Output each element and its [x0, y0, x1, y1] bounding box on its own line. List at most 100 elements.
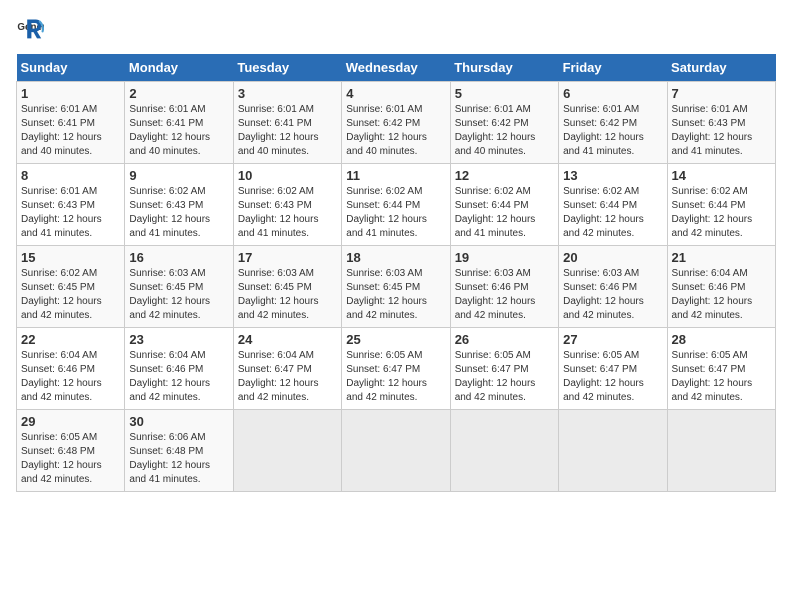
day-cell: 14 Sunrise: 6:02 AMSunset: 6:44 PMDaylig…	[667, 164, 775, 246]
day-info: Sunrise: 6:01 AMSunset: 6:41 PMDaylight:…	[129, 104, 210, 157]
day-cell: 12 Sunrise: 6:02 AMSunset: 6:44 PMDaylig…	[450, 164, 558, 246]
day-info: Sunrise: 6:05 AMSunset: 6:47 PMDaylight:…	[455, 350, 536, 403]
day-info: Sunrise: 6:03 AMSunset: 6:45 PMDaylight:…	[129, 268, 210, 321]
col-header-tuesday: Tuesday	[233, 54, 341, 82]
day-cell: 27 Sunrise: 6:05 AMSunset: 6:47 PMDaylig…	[559, 328, 667, 410]
day-info: Sunrise: 6:04 AMSunset: 6:46 PMDaylight:…	[672, 268, 753, 321]
day-info: Sunrise: 6:03 AMSunset: 6:46 PMDaylight:…	[563, 268, 644, 321]
logo: General	[16, 16, 48, 44]
day-number: 9	[129, 168, 228, 183]
day-cell	[559, 410, 667, 492]
day-cell: 30 Sunrise: 6:06 AMSunset: 6:48 PMDaylig…	[125, 410, 233, 492]
week-row-1: 1 Sunrise: 6:01 AMSunset: 6:41 PMDayligh…	[17, 82, 776, 164]
day-info: Sunrise: 6:05 AMSunset: 6:47 PMDaylight:…	[563, 350, 644, 403]
day-number: 11	[346, 168, 445, 183]
day-number: 8	[21, 168, 120, 183]
col-header-friday: Friday	[559, 54, 667, 82]
day-number: 29	[21, 414, 120, 429]
day-info: Sunrise: 6:03 AMSunset: 6:46 PMDaylight:…	[455, 268, 536, 321]
day-number: 19	[455, 250, 554, 265]
day-info: Sunrise: 6:01 AMSunset: 6:42 PMDaylight:…	[455, 104, 536, 157]
col-header-saturday: Saturday	[667, 54, 775, 82]
day-info: Sunrise: 6:04 AMSunset: 6:47 PMDaylight:…	[238, 350, 319, 403]
week-row-4: 22 Sunrise: 6:04 AMSunset: 6:46 PMDaylig…	[17, 328, 776, 410]
day-info: Sunrise: 6:02 AMSunset: 6:44 PMDaylight:…	[455, 186, 536, 239]
day-cell: 22 Sunrise: 6:04 AMSunset: 6:46 PMDaylig…	[17, 328, 125, 410]
day-info: Sunrise: 6:03 AMSunset: 6:45 PMDaylight:…	[346, 268, 427, 321]
day-cell: 11 Sunrise: 6:02 AMSunset: 6:44 PMDaylig…	[342, 164, 450, 246]
day-number: 22	[21, 332, 120, 347]
day-number: 16	[129, 250, 228, 265]
day-number: 4	[346, 86, 445, 101]
day-number: 27	[563, 332, 662, 347]
day-info: Sunrise: 6:01 AMSunset: 6:42 PMDaylight:…	[346, 104, 427, 157]
day-number: 3	[238, 86, 337, 101]
day-number: 6	[563, 86, 662, 101]
day-cell: 28 Sunrise: 6:05 AMSunset: 6:47 PMDaylig…	[667, 328, 775, 410]
week-row-3: 15 Sunrise: 6:02 AMSunset: 6:45 PMDaylig…	[17, 246, 776, 328]
day-number: 14	[672, 168, 771, 183]
day-info: Sunrise: 6:01 AMSunset: 6:41 PMDaylight:…	[21, 104, 102, 157]
day-cell: 1 Sunrise: 6:01 AMSunset: 6:41 PMDayligh…	[17, 82, 125, 164]
day-cell: 10 Sunrise: 6:02 AMSunset: 6:43 PMDaylig…	[233, 164, 341, 246]
day-number: 12	[455, 168, 554, 183]
day-cell: 8 Sunrise: 6:01 AMSunset: 6:43 PMDayligh…	[17, 164, 125, 246]
day-cell	[450, 410, 558, 492]
day-number: 5	[455, 86, 554, 101]
day-number: 15	[21, 250, 120, 265]
day-cell: 26 Sunrise: 6:05 AMSunset: 6:47 PMDaylig…	[450, 328, 558, 410]
header-row: SundayMondayTuesdayWednesdayThursdayFrid…	[17, 54, 776, 82]
day-number: 25	[346, 332, 445, 347]
day-info: Sunrise: 6:04 AMSunset: 6:46 PMDaylight:…	[21, 350, 102, 403]
day-cell: 21 Sunrise: 6:04 AMSunset: 6:46 PMDaylig…	[667, 246, 775, 328]
day-number: 20	[563, 250, 662, 265]
day-cell: 17 Sunrise: 6:03 AMSunset: 6:45 PMDaylig…	[233, 246, 341, 328]
day-info: Sunrise: 6:02 AMSunset: 6:45 PMDaylight:…	[21, 268, 102, 321]
day-number: 17	[238, 250, 337, 265]
day-info: Sunrise: 6:01 AMSunset: 6:42 PMDaylight:…	[563, 104, 644, 157]
week-row-5: 29 Sunrise: 6:05 AMSunset: 6:48 PMDaylig…	[17, 410, 776, 492]
day-cell: 29 Sunrise: 6:05 AMSunset: 6:48 PMDaylig…	[17, 410, 125, 492]
day-cell	[667, 410, 775, 492]
day-cell: 7 Sunrise: 6:01 AMSunset: 6:43 PMDayligh…	[667, 82, 775, 164]
day-number: 28	[672, 332, 771, 347]
col-header-sunday: Sunday	[17, 54, 125, 82]
day-info: Sunrise: 6:02 AMSunset: 6:43 PMDaylight:…	[238, 186, 319, 239]
col-header-wednesday: Wednesday	[342, 54, 450, 82]
day-cell: 2 Sunrise: 6:01 AMSunset: 6:41 PMDayligh…	[125, 82, 233, 164]
day-cell: 23 Sunrise: 6:04 AMSunset: 6:46 PMDaylig…	[125, 328, 233, 410]
day-info: Sunrise: 6:05 AMSunset: 6:48 PMDaylight:…	[21, 432, 102, 485]
day-info: Sunrise: 6:02 AMSunset: 6:44 PMDaylight:…	[672, 186, 753, 239]
day-info: Sunrise: 6:02 AMSunset: 6:43 PMDaylight:…	[129, 186, 210, 239]
day-number: 7	[672, 86, 771, 101]
day-number: 13	[563, 168, 662, 183]
day-cell: 15 Sunrise: 6:02 AMSunset: 6:45 PMDaylig…	[17, 246, 125, 328]
day-cell: 16 Sunrise: 6:03 AMSunset: 6:45 PMDaylig…	[125, 246, 233, 328]
day-cell: 13 Sunrise: 6:02 AMSunset: 6:44 PMDaylig…	[559, 164, 667, 246]
day-number: 26	[455, 332, 554, 347]
day-number: 2	[129, 86, 228, 101]
day-number: 18	[346, 250, 445, 265]
day-info: Sunrise: 6:05 AMSunset: 6:47 PMDaylight:…	[672, 350, 753, 403]
day-cell: 3 Sunrise: 6:01 AMSunset: 6:41 PMDayligh…	[233, 82, 341, 164]
day-cell: 20 Sunrise: 6:03 AMSunset: 6:46 PMDaylig…	[559, 246, 667, 328]
header: General	[16, 16, 776, 44]
day-number: 1	[21, 86, 120, 101]
day-cell	[233, 410, 341, 492]
day-number: 10	[238, 168, 337, 183]
day-cell: 19 Sunrise: 6:03 AMSunset: 6:46 PMDaylig…	[450, 246, 558, 328]
calendar-table: SundayMondayTuesdayWednesdayThursdayFrid…	[16, 54, 776, 492]
day-info: Sunrise: 6:04 AMSunset: 6:46 PMDaylight:…	[129, 350, 210, 403]
day-info: Sunrise: 6:05 AMSunset: 6:47 PMDaylight:…	[346, 350, 427, 403]
day-cell: 6 Sunrise: 6:01 AMSunset: 6:42 PMDayligh…	[559, 82, 667, 164]
day-cell: 5 Sunrise: 6:01 AMSunset: 6:42 PMDayligh…	[450, 82, 558, 164]
col-header-thursday: Thursday	[450, 54, 558, 82]
day-info: Sunrise: 6:01 AMSunset: 6:41 PMDaylight:…	[238, 104, 319, 157]
day-number: 24	[238, 332, 337, 347]
day-info: Sunrise: 6:01 AMSunset: 6:43 PMDaylight:…	[21, 186, 102, 239]
col-header-monday: Monday	[125, 54, 233, 82]
day-number: 21	[672, 250, 771, 265]
day-info: Sunrise: 6:03 AMSunset: 6:45 PMDaylight:…	[238, 268, 319, 321]
day-number: 23	[129, 332, 228, 347]
logo-icon: General	[16, 16, 44, 44]
